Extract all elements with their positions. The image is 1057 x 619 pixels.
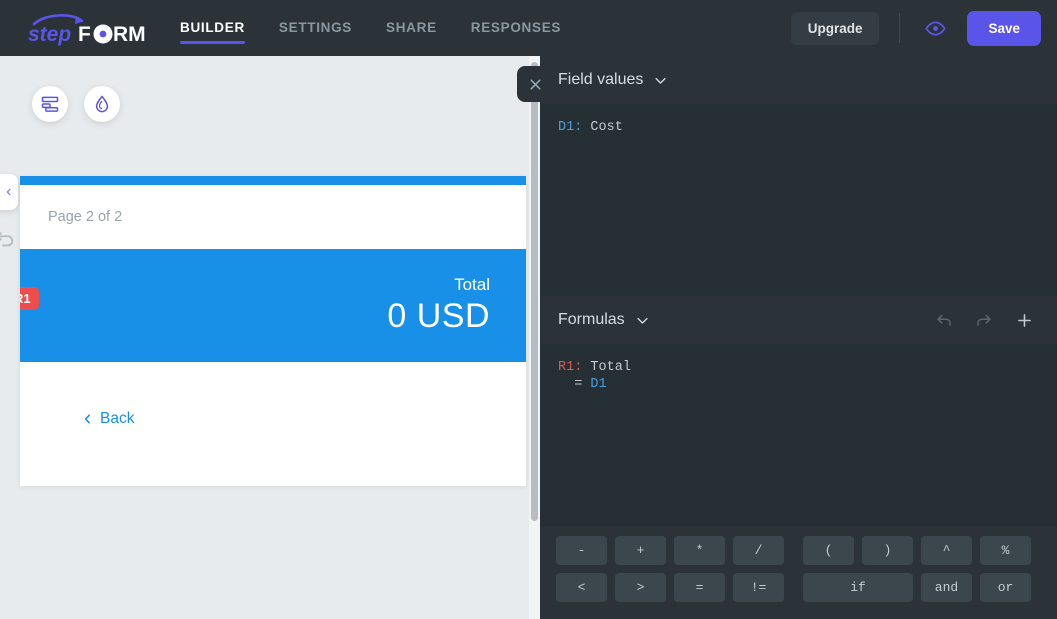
progress-bar — [20, 176, 526, 185]
operator-row-2: < > = != if and or — [556, 573, 1041, 602]
op-less-than[interactable]: < — [556, 573, 607, 602]
op-divide[interactable]: / — [733, 536, 784, 565]
svg-text:F: F — [78, 23, 91, 46]
op-not-equals[interactable]: != — [733, 573, 784, 602]
total-block[interactable]: R1 Total 0 USD — [20, 249, 526, 362]
svg-text:step: step — [28, 23, 71, 46]
page-indicator: Page 2 of 2 — [48, 209, 123, 225]
total-value: 0 USD — [387, 297, 490, 336]
field-values-title: Field values — [558, 71, 644, 88]
op-multiply[interactable]: * — [674, 536, 725, 565]
canvas-tool-buttons — [32, 86, 120, 122]
op-power[interactable]: ^ — [921, 536, 972, 565]
plus-icon[interactable] — [1009, 305, 1039, 335]
op-percent[interactable]: % — [980, 536, 1031, 565]
total-label: Total — [454, 275, 490, 295]
chevron-left-icon — [84, 414, 90, 423]
redo-icon[interactable] — [969, 305, 999, 335]
op-or[interactable]: or — [980, 573, 1031, 602]
formula-ref-r1: R1: — [558, 360, 583, 375]
op-equals[interactable]: = — [674, 573, 725, 602]
op-plus[interactable]: + — [615, 536, 666, 565]
op-paren-close[interactable]: ) — [862, 536, 913, 565]
canvas-scrollbar[interactable] — [529, 56, 540, 619]
op-if[interactable]: if — [803, 573, 913, 602]
top-bar: step F RM BUILDER SETTINGS SHARE RESPONS… — [0, 0, 1057, 56]
form-canvas: Page 2 of 2 R1 Total 0 USD Back — [0, 56, 540, 619]
operator-row-1: - + * / ( ) ^ % — [556, 536, 1041, 565]
tab-builder[interactable]: BUILDER — [180, 0, 245, 56]
chevron-down-icon — [637, 317, 648, 324]
undo-canvas-icon[interactable] — [0, 228, 16, 250]
back-button[interactable]: Back — [82, 410, 134, 428]
formulas-title: Formulas — [558, 311, 625, 328]
field-ref-d1: D1: — [558, 120, 583, 135]
back-label: Back — [100, 409, 135, 427]
upgrade-button[interactable]: Upgrade — [790, 11, 880, 45]
chevron-down-icon — [655, 77, 666, 84]
logo[interactable]: step F RM — [24, 12, 154, 46]
op-minus[interactable]: - — [556, 536, 607, 565]
field-label-cost: Cost — [582, 120, 623, 135]
tab-settings[interactable]: SETTINGS — [279, 0, 352, 56]
scrollbar-thumb[interactable] — [531, 62, 538, 521]
field-values-code[interactable]: D1: Cost — [540, 104, 1057, 296]
formula-eq-prefix: = — [558, 376, 591, 392]
tab-share[interactable]: SHARE — [386, 0, 437, 56]
save-button[interactable]: Save — [967, 10, 1041, 46]
op-and[interactable]: and — [921, 573, 972, 602]
close-icon[interactable] — [517, 66, 553, 102]
tab-responses[interactable]: RESPONSES — [471, 0, 561, 56]
form-preview-card: Page 2 of 2 R1 Total 0 USD Back — [20, 176, 526, 486]
eye-icon[interactable] — [920, 13, 950, 43]
formulas-header[interactable]: Formulas — [540, 296, 1057, 344]
status-badge: R1 — [20, 287, 39, 310]
top-bar-actions: Upgrade Save — [790, 0, 1041, 56]
formula-name-total: Total — [582, 360, 631, 375]
formula-panel: Field values D1: Cost Formulas R1: Total — [517, 56, 1057, 619]
svg-text:RM: RM — [113, 23, 146, 46]
op-paren-open[interactable]: ( — [803, 536, 854, 565]
form-layout-icon[interactable] — [32, 86, 68, 122]
formulas-code[interactable]: R1: Total = D1 — [540, 344, 1057, 532]
field-values-header[interactable]: Field values — [540, 56, 1057, 104]
droplet-theme-icon[interactable] — [84, 86, 120, 122]
back-row: Back — [20, 362, 526, 475]
formula-operand-d1: D1 — [590, 376, 607, 392]
collapse-panel-button[interactable] — [0, 174, 18, 210]
op-greater-than[interactable]: > — [615, 573, 666, 602]
operator-keypad: - + * / ( ) ^ % < > = != if and or — [540, 526, 1057, 619]
main-nav: BUILDER SETTINGS SHARE RESPONSES — [180, 0, 561, 56]
undo-icon[interactable] — [929, 305, 959, 335]
divider — [899, 13, 901, 43]
